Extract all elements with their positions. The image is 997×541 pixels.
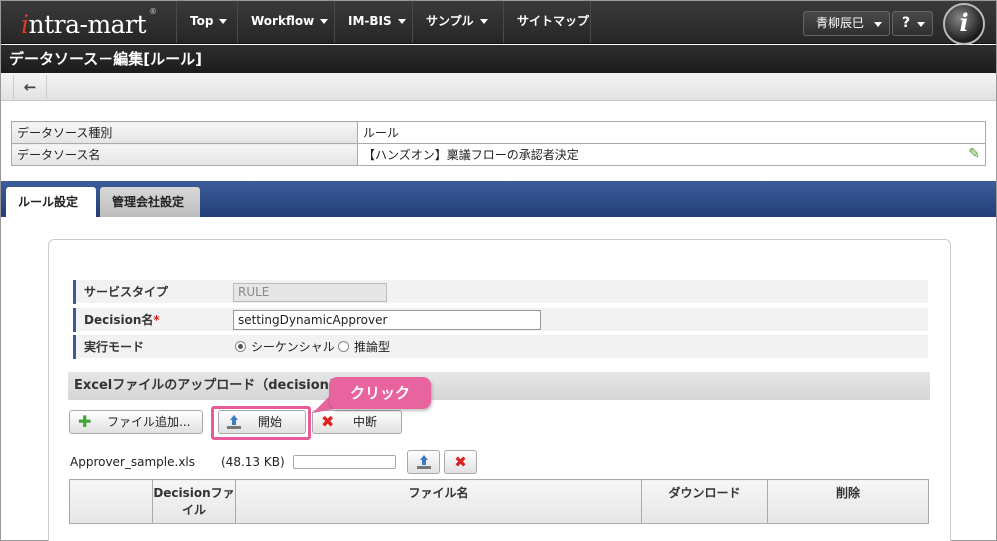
top-navbar: intra-mart ® Top Workflow IM-BIS サンプル サイ… bbox=[1, 1, 996, 45]
x-icon: ✖ bbox=[454, 453, 467, 471]
radio-inference-label[interactable]: 推論型 bbox=[354, 335, 390, 359]
datasource-info-table: データソース種別 ルール データソース名 【ハンズオン】稟議フローの承認者決定 ✎ bbox=[11, 121, 986, 166]
intra-mart-badge-icon[interactable]: i bbox=[943, 3, 985, 45]
table-header-row: Decisionファイル ファイル名 ダウンロード 削除 bbox=[69, 479, 929, 524]
caret-down-icon bbox=[219, 19, 228, 24]
cancel-upload-label: 中断 bbox=[353, 415, 378, 429]
nav-menu-im-bis[interactable]: IM-BIS bbox=[334, 1, 412, 43]
back-button[interactable]: ← bbox=[13, 75, 47, 99]
form-row-service-type: サービスタイプ RULE bbox=[73, 280, 928, 304]
decision-label: Decision名 bbox=[84, 313, 154, 327]
info-value-cell: 【ハンズオン】稟議フローの承認者決定 ✎ bbox=[357, 143, 986, 166]
column-header-file-name: ファイル名 bbox=[235, 479, 642, 524]
form-row-execution-mode: 実行モード シーケンシャル 推論型 bbox=[73, 335, 928, 359]
caret-down-icon bbox=[917, 22, 925, 27]
logo-text: intra-mart bbox=[21, 10, 147, 39]
column-header-decision-file: Decisionファイル bbox=[152, 479, 236, 524]
nav-label: IM-BIS bbox=[348, 14, 392, 28]
column-header-delete: 削除 bbox=[767, 479, 929, 524]
nav-menu-sitemap[interactable]: サイトマップ bbox=[503, 1, 591, 43]
nav-menu-top[interactable]: Top bbox=[176, 1, 237, 43]
remove-file-button[interactable]: ✖ bbox=[444, 450, 477, 474]
radio-inference[interactable] bbox=[338, 341, 349, 352]
column-header-select bbox=[69, 479, 153, 524]
logo-letters: ntra-mart bbox=[28, 10, 147, 39]
click-highlight-box bbox=[211, 406, 311, 440]
user-name: 青柳辰巳 bbox=[816, 16, 865, 30]
uploaded-files-table: Decisionファイル ファイル名 ダウンロード 削除 bbox=[69, 479, 929, 524]
decision-name-input[interactable]: settingDynamicApprover bbox=[233, 310, 541, 330]
info-row-type: データソース種別 ルール bbox=[11, 121, 986, 144]
form-row-decision: Decision名* settingDynamicApprover bbox=[73, 308, 928, 332]
logo-letter-i: i bbox=[21, 10, 29, 39]
badge-letter: i bbox=[959, 8, 969, 37]
logo-registered-mark: ® bbox=[149, 7, 157, 16]
nav-label: サンプル bbox=[426, 14, 474, 28]
nav-label: Workflow bbox=[251, 14, 315, 28]
info-label: データソース種別 bbox=[11, 121, 358, 144]
radio-sequential-label[interactable]: シーケンシャル bbox=[251, 335, 335, 359]
nav-menu-workflow[interactable]: Workflow bbox=[237, 1, 334, 43]
column-header-download: ダウンロード bbox=[641, 479, 768, 524]
execution-mode-label: 実行モード bbox=[73, 335, 229, 359]
caret-down-icon bbox=[397, 19, 406, 24]
info-value: 【ハンズオン】稟議フローの承認者決定 bbox=[363, 148, 579, 162]
nav-label: Top bbox=[190, 14, 214, 28]
user-menu-button[interactable]: 青柳辰巳 bbox=[803, 11, 890, 36]
upload-single-file-button[interactable] bbox=[407, 450, 440, 474]
nav-menu-sample[interactable]: サンプル bbox=[412, 1, 503, 43]
required-mark: * bbox=[153, 313, 160, 327]
info-value: ルール bbox=[357, 121, 986, 144]
tab-management-company-settings[interactable]: 管理会社設定 bbox=[100, 187, 200, 217]
service-type-field: RULE bbox=[233, 283, 387, 302]
caret-down-icon bbox=[479, 19, 488, 24]
tab-rule-settings[interactable]: ルール設定 bbox=[6, 187, 96, 217]
caret-down-icon bbox=[320, 19, 329, 24]
service-type-label: サービスタイプ bbox=[73, 280, 229, 304]
help-menu-button[interactable]: ? bbox=[892, 11, 933, 36]
excel-upload-section-header: Excelファイルのアップロード（decisionファ bbox=[68, 372, 930, 400]
queued-file-size: (48.13 KB) bbox=[221, 455, 285, 469]
pencil-edit-icon[interactable]: ✎ bbox=[968, 146, 980, 162]
info-row-name: データソース名 【ハンズオン】稟議フローの承認者決定 ✎ bbox=[11, 143, 986, 166]
nav-label: サイトマップ bbox=[517, 14, 590, 28]
intra-mart-logo[interactable]: intra-mart ® bbox=[11, 6, 173, 39]
radio-sequential[interactable] bbox=[235, 341, 246, 352]
page-toolbar: ← bbox=[1, 73, 996, 101]
queued-file-name: Approver_sample.xls bbox=[70, 455, 196, 469]
page-title: データソース－編集[ルール] bbox=[1, 45, 996, 73]
upload-progress-bar bbox=[293, 455, 396, 469]
help-label: ? bbox=[902, 15, 911, 31]
click-callout: クリック bbox=[329, 377, 431, 409]
arrow-left-icon: ← bbox=[23, 78, 37, 96]
decision-label-cell: Decision名* bbox=[73, 308, 229, 332]
add-file-button[interactable]: ✚ ファイル追加... bbox=[69, 410, 203, 434]
tab-bar: ルール設定 管理会社設定 bbox=[1, 181, 996, 217]
upload-icon bbox=[417, 455, 431, 469]
plus-icon: ✚ bbox=[78, 412, 92, 431]
info-label: データソース名 bbox=[11, 143, 358, 166]
add-file-label: ファイル追加... bbox=[107, 415, 191, 429]
caret-down-icon bbox=[874, 22, 882, 27]
